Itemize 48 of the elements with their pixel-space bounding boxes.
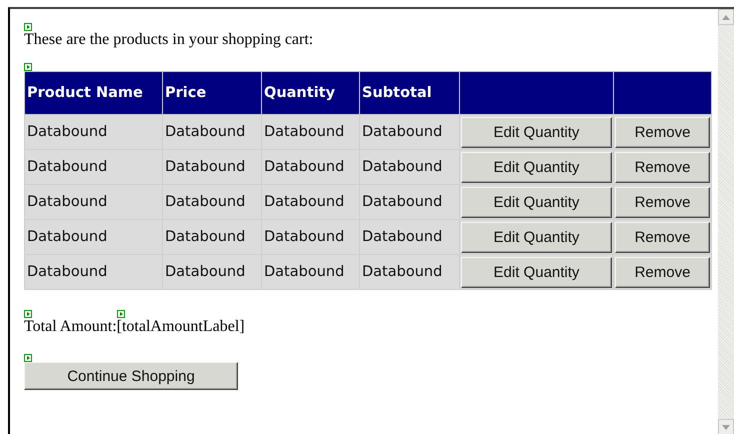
table-cell: Databound [162, 254, 262, 290]
table-cell: Databound [360, 184, 460, 220]
table-cell: Databound [24, 184, 162, 220]
table-cell: Databound [162, 150, 262, 184]
table-cell: Databound [360, 220, 460, 254]
edit-quantity-button[interactable]: Edit Quantity [461, 152, 612, 182]
edit-quantity-button[interactable]: Edit Quantity [461, 116, 612, 148]
table-cell: Databound [24, 114, 162, 150]
table-cell: Databound [262, 150, 360, 184]
remove-button[interactable]: Remove [615, 152, 710, 182]
column-header: Subtotal [360, 72, 460, 114]
edit-quantity-button[interactable]: Edit Quantity [461, 256, 612, 288]
column-header: Price [162, 72, 262, 114]
total-label: Total Amount: [24, 318, 117, 336]
table-cell: Databound [24, 150, 162, 184]
marker-icon [116, 310, 125, 318]
total-value: [totalAmountLabel] [116, 318, 245, 336]
marker-icon [24, 354, 32, 362]
table-cell: Databound [24, 220, 162, 254]
remove-button[interactable]: Remove [615, 186, 710, 218]
table-cell: Databound [162, 114, 262, 150]
remove-button[interactable]: Remove [615, 222, 710, 252]
down-arrow-icon [722, 424, 730, 430]
column-header: Product Name [24, 72, 162, 114]
edit-quantity-button[interactable]: Edit Quantity [461, 222, 612, 252]
table-cell: Databound [162, 220, 262, 254]
table-cell: Databound [24, 254, 162, 290]
edit-quantity-button[interactable]: Edit Quantity [461, 186, 612, 218]
marker-icon [24, 63, 32, 71]
column-header: Quantity [262, 72, 360, 114]
table-cell: Databound [162, 184, 262, 220]
table-cell: Databound [360, 150, 460, 184]
table-cell: Databound [360, 254, 460, 290]
table-cell: Databound [262, 220, 360, 254]
remove-button[interactable]: Remove [615, 256, 710, 288]
scroll-up-button[interactable] [718, 9, 734, 25]
continue-shopping-button[interactable]: Continue Shopping [24, 362, 238, 390]
intro-text: These are the products in your shopping cart: [24, 31, 314, 49]
remove-button[interactable]: Remove [615, 116, 710, 148]
table-cell: Databound [262, 184, 360, 220]
marker-icon [24, 310, 32, 318]
table-cell: Databound [262, 114, 360, 150]
table-cell: Databound [262, 254, 360, 290]
up-arrow-icon [722, 14, 730, 20]
scrollbar[interactable] [718, 9, 734, 434]
marker-icon [24, 23, 32, 31]
scroll-down-button[interactable] [718, 419, 734, 434]
table-cell: Databound [360, 114, 460, 150]
